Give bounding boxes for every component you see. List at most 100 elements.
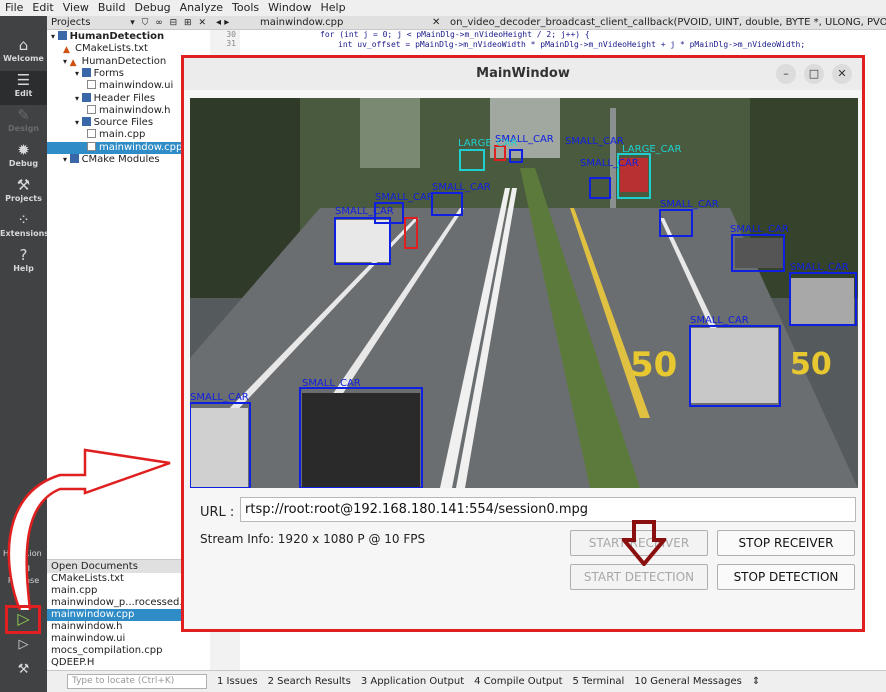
road-speed-marking: 50 bbox=[630, 345, 677, 385]
close-file-icon[interactable]: ✕ bbox=[432, 16, 440, 29]
locate-input[interactable]: Type to locate (Ctrl+K) bbox=[67, 674, 207, 689]
file-icon bbox=[87, 104, 96, 114]
menu-debug[interactable]: Debug bbox=[134, 0, 170, 16]
detection-label: SMALL_CAR bbox=[660, 199, 719, 210]
debug-icon: ✹ bbox=[17, 141, 30, 159]
code-line: for (int j = 0; j < pMainDlg->m_nVideoHe… bbox=[320, 30, 590, 39]
folder-icon bbox=[81, 117, 91, 127]
cmake-icon: ▲ bbox=[63, 45, 70, 56]
debug-run-button[interactable]: ▷ bbox=[0, 636, 47, 658]
menu-edit[interactable]: Edit bbox=[32, 0, 53, 16]
detection-label: LARGE_CAR bbox=[458, 138, 517, 149]
function-selector[interactable]: on_video_decoder_broadcast_client_callba… bbox=[450, 16, 886, 29]
mode-extensions[interactable]: ⁘ Extensions bbox=[0, 211, 49, 245]
file-icon bbox=[87, 80, 96, 90]
build-button[interactable]: ⚒ bbox=[0, 661, 47, 683]
detection-label: SMALL_CAR bbox=[375, 192, 434, 203]
output-tab-issues[interactable]: 1 Issues bbox=[217, 676, 258, 687]
tree-item-label: HumanDetection bbox=[81, 55, 167, 67]
more-tabs-icon[interactable]: ⇕ bbox=[752, 676, 760, 687]
video-frame: 50 50 SMALL_CAR SMALL_CAR SMALL_CAR SMAL… bbox=[190, 98, 858, 488]
detection-label: SMALL_CAR bbox=[302, 378, 361, 389]
open-document-item[interactable]: mainwindow.ui bbox=[47, 633, 210, 645]
file-icon bbox=[87, 141, 96, 151]
menu-bar: File Edit View Build Debug Analyze Tools… bbox=[0, 0, 886, 16]
mode-help[interactable]: ? Help bbox=[0, 246, 47, 280]
menu-file[interactable]: File bbox=[5, 0, 23, 16]
menu-help[interactable]: Help bbox=[321, 0, 346, 16]
mode-debug[interactable]: ✹ Debug bbox=[0, 141, 47, 175]
tree-item[interactable]: ▾ HumanDetection bbox=[47, 31, 210, 43]
detection-label: LARGE_CAR bbox=[622, 144, 681, 155]
menu-view[interactable]: View bbox=[63, 0, 89, 16]
editor-tab-bar: ◂ ▸ mainwindow.cpp ✕ on_video_decoder_br… bbox=[210, 16, 886, 30]
tree-item-label: mainwindow.h bbox=[99, 104, 171, 116]
tree-item-label: HumanDetection bbox=[69, 31, 165, 42]
mode-design[interactable]: ✎ Design bbox=[0, 106, 47, 140]
tree-item[interactable]: ▲ CMakeLists.txt bbox=[47, 43, 210, 55]
menu-analyze[interactable]: Analyze bbox=[180, 0, 223, 16]
detection-label: SMALL_CAR bbox=[335, 206, 394, 217]
nav-arrows-icon[interactable]: ◂ ▸ bbox=[216, 16, 229, 29]
file-tab[interactable]: mainwindow.cpp bbox=[260, 16, 343, 29]
extensions-icon: ⁘ bbox=[17, 211, 30, 229]
edit-icon: ☰ bbox=[16, 71, 31, 89]
tree-item-label: Header Files bbox=[93, 92, 156, 104]
tree-item-label: CMake Modules bbox=[81, 154, 160, 165]
detection-label: SMALL_CAR bbox=[565, 136, 624, 147]
stream-info-text: Stream Info: 1920 x 1080 P @ 10 FPS bbox=[200, 532, 426, 546]
detection-label: SMALL_CAR bbox=[790, 262, 849, 273]
detection-label: SMALL_CAR bbox=[580, 158, 639, 169]
mode-projects[interactable]: ⚒ Projects bbox=[0, 176, 47, 210]
detection-label: SMALL_CAR bbox=[432, 182, 491, 193]
menu-tools[interactable]: Tools bbox=[232, 0, 259, 16]
start-detection-button[interactable]: START DETECTION bbox=[570, 564, 708, 590]
output-tab-terminal[interactable]: 5 Terminal bbox=[573, 676, 625, 687]
close-icon[interactable]: ✕ bbox=[832, 64, 852, 84]
mode-welcome[interactable]: ⌂ Welcome bbox=[0, 36, 47, 70]
file-icon bbox=[87, 129, 96, 139]
menu-build[interactable]: Build bbox=[98, 0, 126, 16]
folder-icon bbox=[81, 92, 91, 102]
output-tab-general[interactable]: 10 General Messages bbox=[634, 676, 742, 687]
window-title: MainWindow bbox=[476, 66, 570, 81]
stop-receiver-button[interactable]: STOP RECEIVER bbox=[717, 530, 855, 556]
maximize-icon[interactable]: □ bbox=[804, 64, 824, 84]
output-tab-app-output[interactable]: 3 Application Output bbox=[361, 676, 464, 687]
window-titlebar: MainWindow – □ ✕ bbox=[184, 58, 862, 90]
minimize-icon[interactable]: – bbox=[776, 64, 796, 84]
detection-label: SMALL_CAR bbox=[730, 224, 789, 235]
hammer-icon: ⚒ bbox=[17, 662, 30, 677]
code-line: int uv_offset = pMainDlg->m_nVideoWidth … bbox=[338, 40, 806, 49]
cmake-icon: ▲ bbox=[69, 57, 77, 68]
design-icon: ✎ bbox=[17, 106, 30, 124]
tree-item-label: Forms bbox=[93, 67, 124, 79]
url-label: URL : bbox=[200, 505, 235, 520]
tree-item-label: mainwindow.ui bbox=[99, 80, 174, 92]
help-icon: ? bbox=[19, 246, 28, 264]
mode-edit[interactable]: ☰ Edit bbox=[0, 71, 47, 105]
open-document-item[interactable]: QDEEP.H bbox=[47, 657, 210, 669]
tree-item-label: Source Files bbox=[93, 117, 154, 129]
down-arrow-annotation bbox=[622, 520, 666, 566]
detection-label: SMALL_CAR bbox=[690, 315, 749, 326]
road-speed-marking: 50 bbox=[790, 347, 832, 382]
detection-label: SMALL_CAR bbox=[190, 392, 249, 403]
open-document-item[interactable]: mocs_compilation.cpp bbox=[47, 645, 210, 657]
traffic-video-image: 50 50 SMALL_CAR SMALL_CAR SMALL_CAR SMAL… bbox=[190, 98, 858, 488]
stop-detection-button[interactable]: STOP DETECTION bbox=[717, 564, 855, 590]
url-input[interactable]: rtsp://root:root@192.168.180.141:554/ses… bbox=[240, 497, 856, 522]
folder-icon bbox=[57, 31, 67, 40]
tree-item-label: mainwindow.cpp bbox=[99, 141, 183, 153]
output-tab-search[interactable]: 2 Search Results bbox=[268, 676, 351, 687]
welcome-icon: ⌂ bbox=[18, 36, 29, 54]
output-tab-compile[interactable]: 4 Compile Output bbox=[474, 676, 562, 687]
folder-icon bbox=[81, 67, 91, 77]
projects-toolbar-icons[interactable]: ▾ ⛉ ∞ ⊟ ⊞ ✕ bbox=[130, 16, 208, 30]
projects-header: Projects ▾ ⛉ ∞ ⊟ ⊞ ✕ bbox=[47, 16, 210, 30]
folder-icon bbox=[69, 154, 79, 163]
debug-play-icon: ▷ bbox=[18, 637, 29, 652]
run-highlight-annotation bbox=[5, 605, 41, 634]
menu-window[interactable]: Window bbox=[268, 0, 311, 16]
curved-arrow-annotation bbox=[7, 448, 171, 611]
